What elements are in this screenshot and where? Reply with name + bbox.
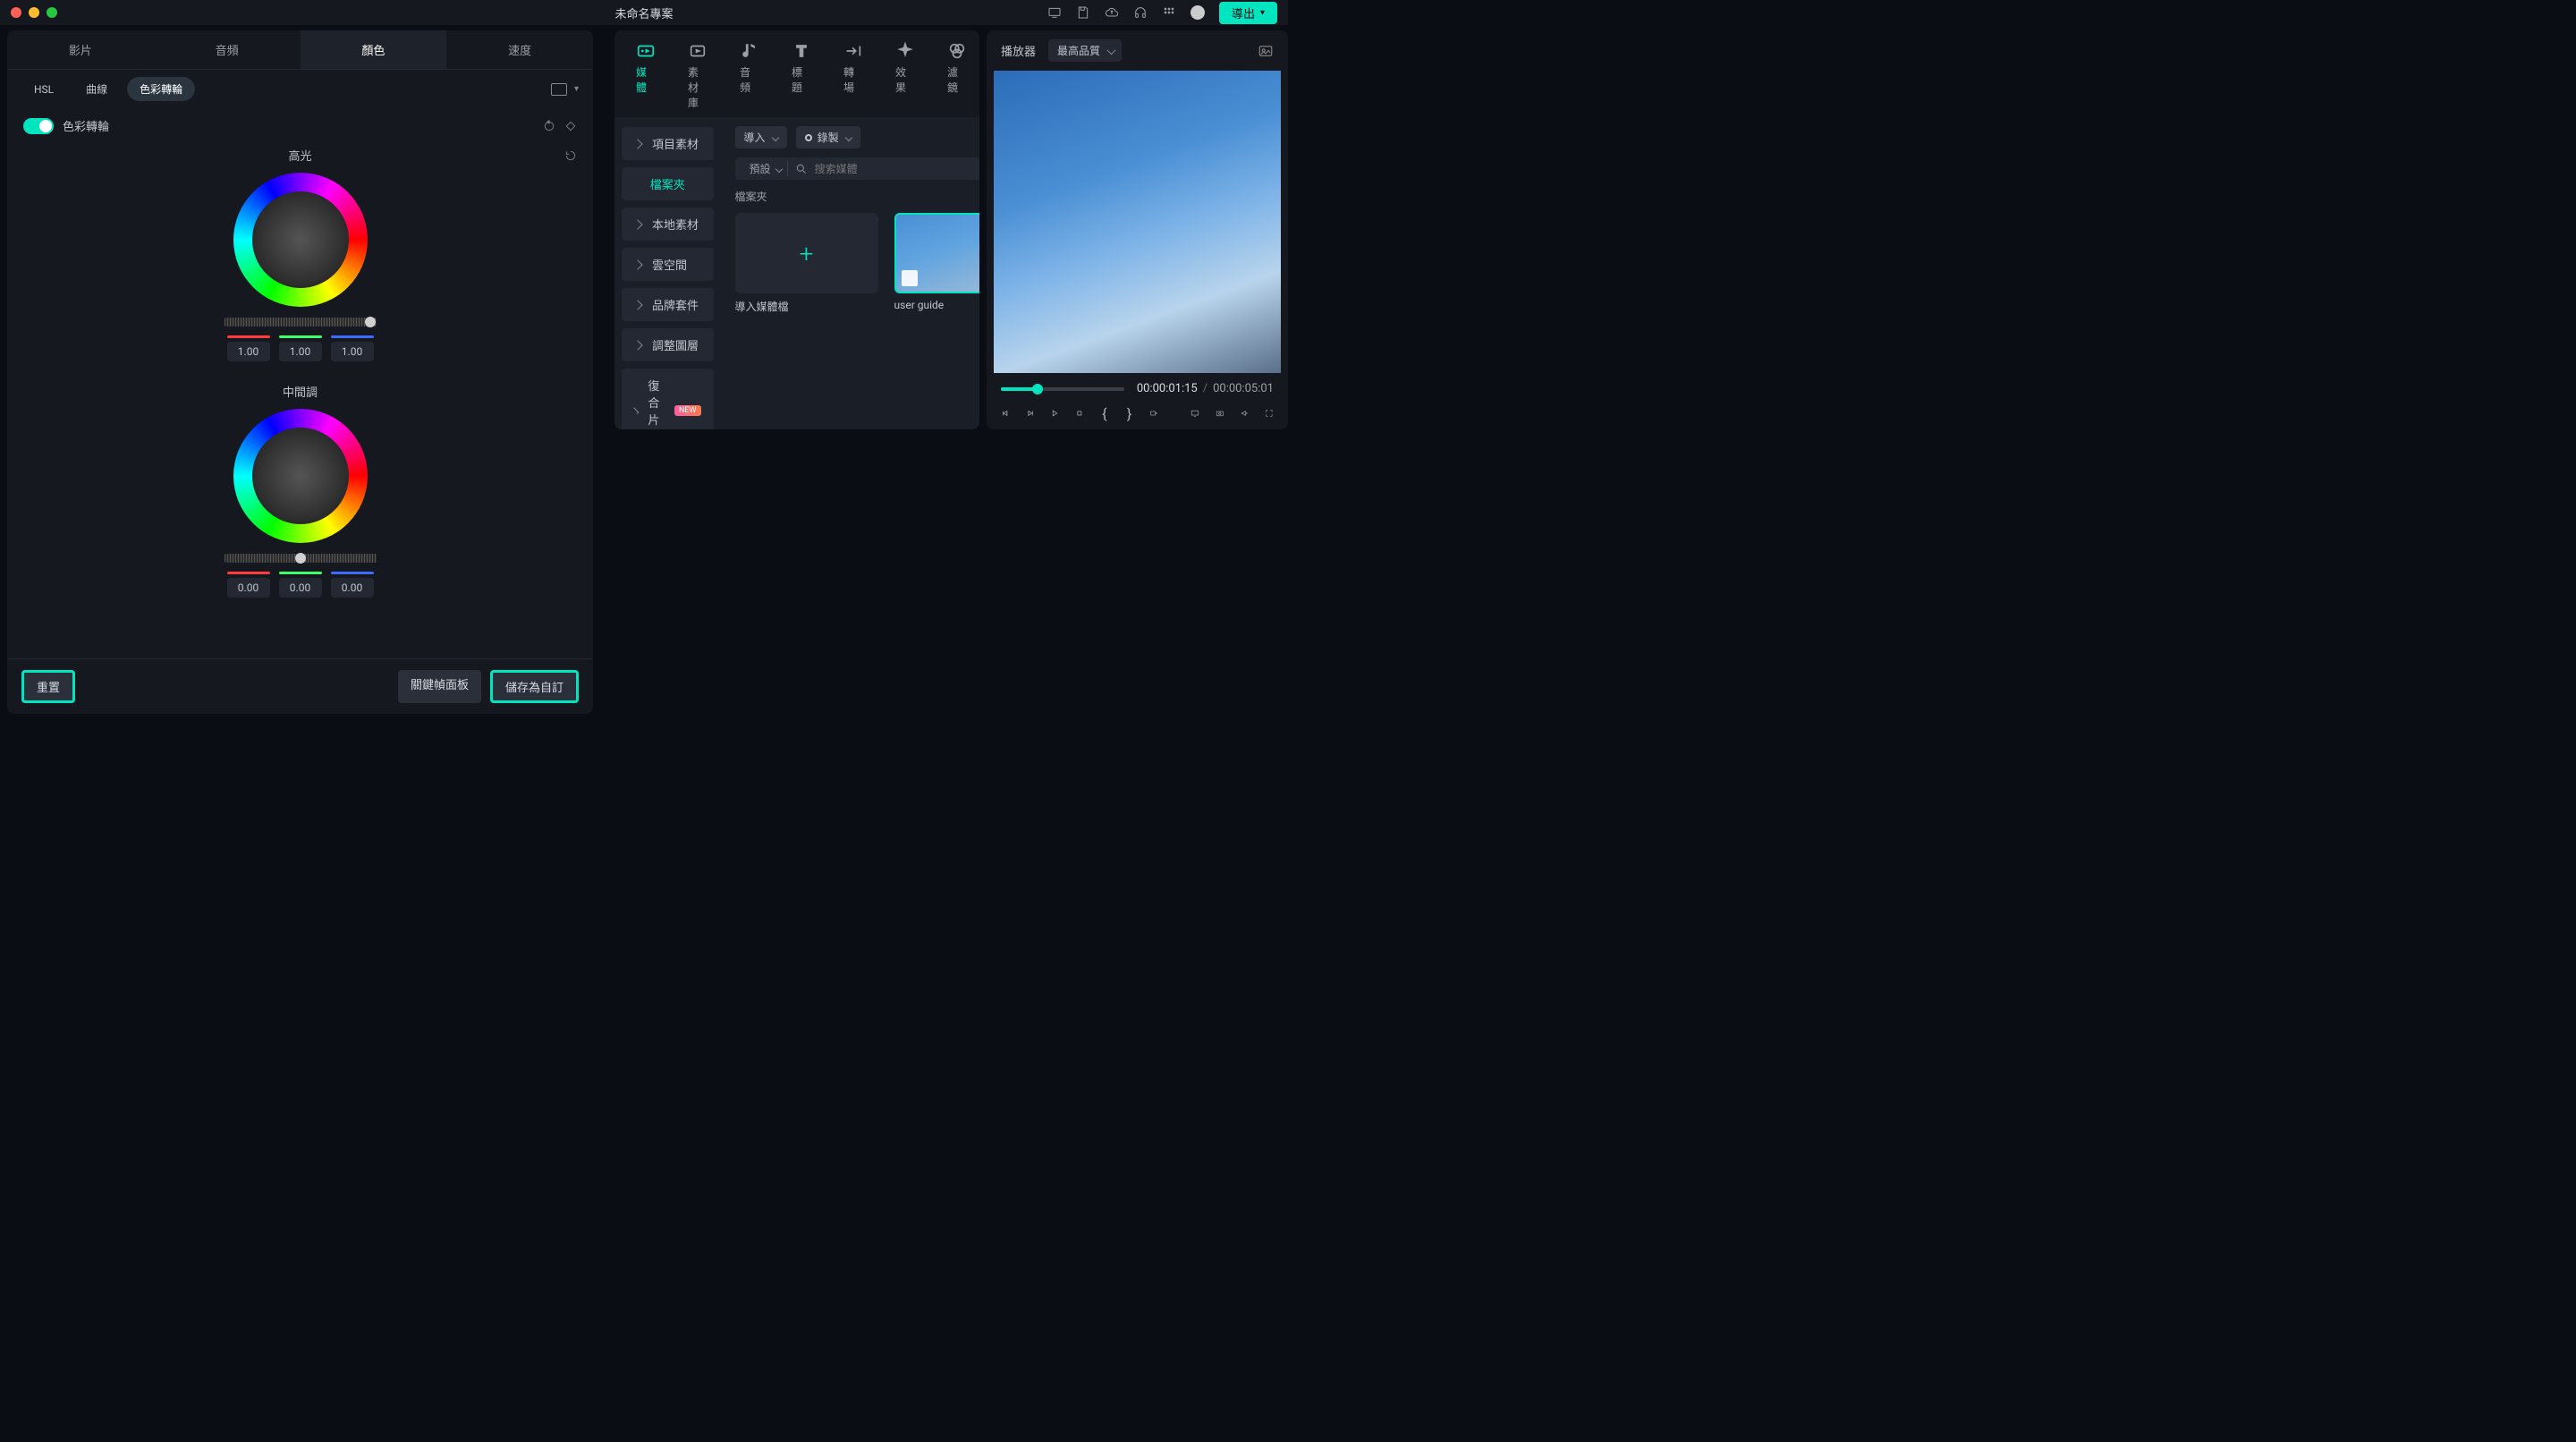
keyframe-panel-button[interactable]: 關鍵幀面板: [398, 670, 481, 703]
record-button[interactable]: 錄製: [796, 126, 860, 148]
tab-effects[interactable]: 效果: [888, 38, 922, 114]
media-clip-tile[interactable]: 00:00:05 ✓ user guide: [894, 213, 979, 314]
ratio-icon[interactable]: [1149, 406, 1158, 420]
highlights-b-value[interactable]: 1.00: [331, 342, 374, 361]
midtones-wheel-section: 中間調 0.00 0.00 0.00: [23, 383, 577, 598]
color-wheels-toggle[interactable]: [23, 118, 54, 134]
tab-filters[interactable]: 濾鏡: [940, 38, 974, 114]
highlights-luminance-slider[interactable]: [225, 318, 377, 327]
import-button[interactable]: 導入: [735, 126, 787, 148]
prev-frame-icon[interactable]: [1001, 406, 1010, 420]
tab-stock[interactable]: 素材庫: [681, 38, 715, 114]
toggle-label: 色彩轉輪: [63, 117, 109, 134]
sidebar-item-local[interactable]: 本地素材: [622, 208, 714, 241]
video-type-icon: [902, 270, 918, 286]
media-sidebar: 項目素材 檔案夾 本地素材 雲空間 品牌套件 調整圖層 復合片段NEW Phot…: [614, 117, 721, 429]
subtab-curves[interactable]: 曲線: [73, 77, 120, 101]
next-frame-icon[interactable]: [1026, 406, 1035, 420]
reset-all-icon[interactable]: [543, 120, 555, 132]
sidebar-item-compound[interactable]: 復合片段NEW: [622, 369, 714, 429]
reset-button[interactable]: 重置: [21, 670, 75, 703]
midtones-b-value[interactable]: 0.00: [331, 578, 374, 598]
tab-audio[interactable]: 音頻: [733, 38, 767, 114]
sidebar-item-folder[interactable]: 檔案夾: [622, 167, 714, 200]
search-input[interactable]: [815, 163, 979, 175]
top-tabs: 媒體 素材庫 音頻 標題 轉場 效果 濾鏡 貼紙 模板: [614, 30, 979, 117]
cloud-upload-icon[interactable]: [1105, 5, 1119, 20]
inspector-panel: 影片 音頻 顏色 速度 HSL 曲線 色彩轉輪 ▾ 色彩轉輪 高光 1.00 1…: [7, 30, 593, 714]
titlebar: 未命名專案 導出 ▾: [0, 0, 1288, 25]
save-icon[interactable]: [1076, 5, 1090, 20]
tab-titles[interactable]: 標題: [784, 38, 818, 114]
subtab-hsl[interactable]: HSL: [21, 79, 66, 100]
snapshot-icon[interactable]: [1258, 43, 1274, 59]
sidebar-item-cloud[interactable]: 雲空間: [622, 248, 714, 281]
current-time: 00:00:01:15: [1137, 382, 1198, 395]
tab-transitions[interactable]: 轉場: [836, 38, 870, 114]
camera-icon[interactable]: [1216, 406, 1224, 420]
display-icon[interactable]: [1191, 406, 1199, 420]
stop-icon[interactable]: [1075, 406, 1084, 420]
highlights-label: 高光: [288, 147, 311, 164]
export-label: 導出: [1232, 4, 1255, 21]
avatar-icon[interactable]: [1191, 5, 1205, 20]
player-panel: 播放器 最高品質 00:00:01:15 / 00:00:05:01 { }: [987, 30, 1288, 429]
subtab-color-wheels[interactable]: 色彩轉輪: [127, 77, 195, 101]
highlights-g-value[interactable]: 1.00: [279, 342, 322, 361]
player-label: 播放器: [1001, 42, 1036, 59]
quality-dropdown[interactable]: 最高品質: [1048, 39, 1122, 62]
import-media-tile[interactable]: + 導入媒體檔: [735, 213, 878, 314]
inspector-tab-speed[interactable]: 速度: [446, 30, 593, 69]
compare-icon[interactable]: [551, 83, 567, 96]
close-window-icon[interactable]: [11, 7, 21, 18]
headphones-icon[interactable]: [1133, 5, 1148, 20]
tab-media[interactable]: 媒體: [629, 38, 663, 114]
midtones-g-value[interactable]: 0.00: [279, 578, 322, 598]
midtones-r-value[interactable]: 0.00: [227, 578, 270, 598]
playback-slider[interactable]: [1001, 387, 1124, 391]
sidebar-item-project[interactable]: 項目素材: [622, 127, 714, 160]
section-label: 檔案夾: [735, 189, 979, 204]
grid-icon[interactable]: [1162, 5, 1176, 20]
midtones-label: 中間調: [283, 383, 318, 400]
fullscreen-icon[interactable]: [1265, 406, 1274, 420]
window-controls: [11, 7, 57, 18]
search-icon: [795, 163, 808, 175]
inspector-tab-color[interactable]: 顏色: [301, 30, 447, 69]
export-button[interactable]: 導出 ▾: [1219, 2, 1277, 24]
media-panel: 媒體 素材庫 音頻 標題 轉場 效果 濾鏡 貼紙 模板 項目素材 檔案夾 本地素…: [614, 30, 979, 429]
total-time: 00:00:05:01: [1213, 382, 1274, 395]
preview-content: [1126, 156, 1198, 236]
midtones-color-wheel[interactable]: [233, 409, 368, 543]
save-custom-button[interactable]: 儲存為自訂: [490, 670, 579, 703]
media-browser: 導入 錄製 預設 檔案夾 + 導入媒體檔 00:00:05: [721, 117, 979, 429]
minimize-window-icon[interactable]: [29, 7, 39, 18]
play-icon[interactable]: [1050, 406, 1059, 420]
sidebar-item-adjustment[interactable]: 調整圖層: [622, 328, 714, 361]
mark-in-icon[interactable]: {: [1100, 406, 1109, 420]
mark-out-icon[interactable]: }: [1125, 406, 1134, 420]
reset-highlights-icon[interactable]: [564, 149, 577, 162]
midtones-luminance-slider[interactable]: [225, 554, 377, 563]
keyframe-icon[interactable]: [564, 120, 577, 132]
search-bar: 預設: [735, 157, 979, 180]
maximize-window-icon[interactable]: [47, 7, 57, 18]
device-icon[interactable]: [1047, 5, 1062, 20]
preset-dropdown[interactable]: 預設: [744, 161, 788, 176]
inspector-tab-audio[interactable]: 音頻: [154, 30, 301, 69]
inspector-tab-video[interactable]: 影片: [7, 30, 154, 69]
volume-icon[interactable]: [1241, 406, 1250, 420]
highlights-color-wheel[interactable]: [233, 173, 368, 307]
highlights-r-value[interactable]: 1.00: [227, 342, 270, 361]
preview-viewport[interactable]: [994, 71, 1281, 373]
project-title: 未命名專案: [614, 4, 673, 21]
highlights-wheel-section: 高光 1.00 1.00 1.00: [23, 147, 577, 361]
sidebar-item-brand[interactable]: 品牌套件: [622, 288, 714, 321]
